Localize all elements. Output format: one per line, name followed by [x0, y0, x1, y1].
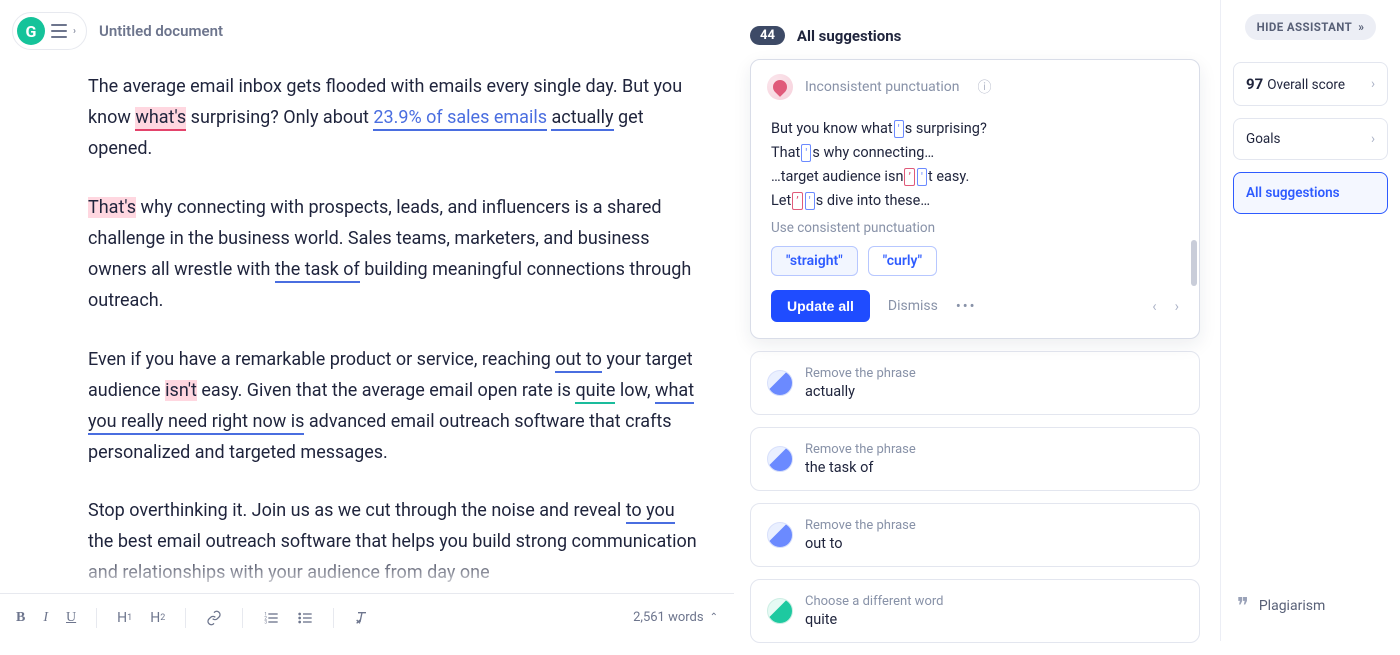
- clarity-icon: [767, 522, 793, 548]
- text: the best email outreach software that he…: [88, 531, 697, 583]
- chevron-right-icon: ›: [1371, 131, 1375, 147]
- chevron-right-icon: ›: [73, 26, 76, 37]
- clear-formatting-button[interactable]: [354, 610, 370, 626]
- engagement-icon: [767, 598, 793, 624]
- option-straight[interactable]: "straight": [771, 246, 858, 276]
- suggestion-hint: Use consistent punctuation: [771, 220, 1179, 236]
- text: surprising? Only about: [186, 107, 373, 128]
- suggestion-card-expanded[interactable]: Inconsistent punctuation ⓘ But you know …: [750, 59, 1200, 339]
- text: Stop overthinking it. Join us as we cut …: [88, 500, 626, 521]
- highlight-isnt[interactable]: isn't: [165, 380, 197, 401]
- suggestion-count-badge: 44: [750, 26, 785, 45]
- overall-score-card[interactable]: 97Overall score ›: [1233, 62, 1388, 106]
- chevron-right-icon: ›: [1371, 76, 1375, 92]
- suggestion-text: out to: [805, 535, 916, 552]
- h2-button[interactable]: H2: [150, 610, 165, 626]
- suggestion-category: Remove the phrase: [805, 366, 916, 381]
- plagiarism-icon: ❞: [1237, 593, 1249, 619]
- underline-button[interactable]: U: [66, 610, 76, 626]
- next-suggestion-button[interactable]: ›: [1175, 298, 1179, 315]
- chevron-up-icon: ⌃: [710, 612, 718, 623]
- link-button[interactable]: [206, 610, 222, 626]
- suggestion-card[interactable]: Choose a different word quite: [750, 579, 1200, 643]
- text: easy. Given that the average email open …: [197, 380, 576, 401]
- text: low,: [615, 380, 655, 401]
- app-menu-pill[interactable]: G ›: [12, 12, 87, 50]
- suggestion-to-you[interactable]: to you: [626, 500, 675, 524]
- suggestion-category: Inconsistent punctuation: [805, 79, 959, 95]
- hide-assistant-button[interactable]: HIDE ASSISTANT »: [1245, 14, 1377, 40]
- text: Even if you have a remarkable product or…: [88, 349, 555, 370]
- all-suggestions-card[interactable]: All suggestions: [1233, 172, 1388, 214]
- suggestion-category: Choose a different word: [805, 594, 943, 609]
- char-straight: ': [894, 120, 904, 138]
- char-straight: ': [805, 192, 815, 210]
- suggestion-category: Remove the phrase: [805, 442, 916, 457]
- highlight-whats[interactable]: what's: [135, 107, 186, 131]
- italic-button[interactable]: I: [43, 610, 48, 626]
- suggestion-card[interactable]: Remove the phrase actually: [750, 351, 1200, 415]
- plagiarism-button[interactable]: ❞ Plagiarism: [1233, 583, 1388, 629]
- word-count[interactable]: 2,561 words ⌃: [633, 610, 718, 625]
- suggestion-text: the task of: [805, 459, 916, 476]
- correctness-icon: [767, 74, 793, 100]
- scrollbar[interactable]: [1191, 240, 1197, 286]
- prev-suggestion-button[interactable]: ‹: [1152, 298, 1156, 315]
- char-curly: ’: [904, 168, 914, 186]
- bold-button[interactable]: B: [16, 610, 25, 626]
- suggestion-the-task-of[interactable]: the task of: [275, 259, 360, 283]
- clarity-icon: [767, 370, 793, 396]
- editor-area[interactable]: The average email inbox gets flooded wit…: [0, 62, 734, 641]
- chevron-double-right-icon: »: [1358, 20, 1364, 34]
- char-curly: ’: [792, 192, 802, 210]
- more-menu[interactable]: •••: [956, 298, 977, 315]
- clarity-icon: [767, 446, 793, 472]
- highlight-thats[interactable]: That's: [88, 197, 136, 218]
- bullet-list-button[interactable]: [297, 610, 313, 626]
- suggestion-out-to[interactable]: out to: [555, 349, 602, 373]
- svg-text:3: 3: [265, 619, 268, 625]
- update-all-button[interactable]: Update all: [771, 290, 870, 322]
- formatting-toolbar: B I U H1 H2 123 2,561 words ⌃: [0, 593, 734, 641]
- char-straight: ': [801, 144, 811, 162]
- goals-card[interactable]: Goals ›: [1233, 118, 1388, 160]
- suggestion-actually[interactable]: actually: [551, 107, 613, 131]
- char-straight: ': [917, 168, 927, 186]
- suggestion-quite[interactable]: quite: [575, 380, 615, 404]
- suggestion-card[interactable]: Remove the phrase out to: [750, 503, 1200, 567]
- option-curly[interactable]: "curly": [868, 246, 937, 276]
- link-open-rate[interactable]: 23.9% of sales emails: [373, 107, 547, 131]
- suggestions-title: All suggestions: [797, 27, 901, 45]
- suggestion-category: Remove the phrase: [805, 518, 916, 533]
- h1-button[interactable]: H1: [117, 610, 132, 626]
- numbered-list-button[interactable]: 123: [263, 610, 279, 626]
- grammarly-logo-icon: G: [17, 17, 45, 45]
- info-icon[interactable]: ⓘ: [977, 77, 991, 97]
- dismiss-button[interactable]: Dismiss: [888, 298, 938, 314]
- menu-icon: [51, 24, 67, 38]
- suggestion-text: actually: [805, 383, 916, 400]
- suggestion-card[interactable]: Remove the phrase the task of: [750, 427, 1200, 491]
- document-title[interactable]: Untitled document: [99, 22, 223, 40]
- suggestion-text: quite: [805, 611, 943, 628]
